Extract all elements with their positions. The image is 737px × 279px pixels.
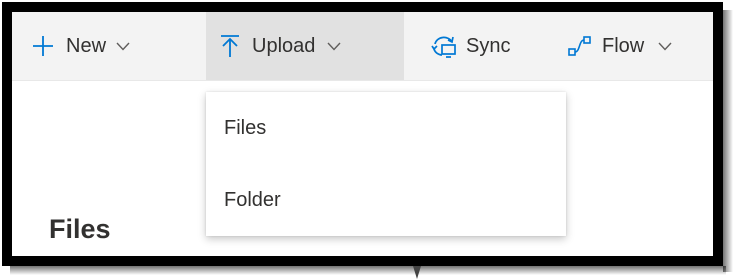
flow-button-label: Flow: [602, 34, 645, 57]
flow-icon: [568, 35, 592, 57]
chevron-down-icon: [658, 42, 672, 51]
flow-button[interactable]: Flow: [568, 12, 672, 80]
page-title: Files: [49, 214, 111, 244]
frame-shadow-right: [723, 10, 733, 272]
menu-item-folder[interactable]: Folder: [206, 164, 566, 236]
sync-button-label: Sync: [466, 34, 511, 57]
upload-dropdown-menu: Files Folder: [206, 92, 566, 236]
new-button-label: New: [66, 34, 107, 57]
plus-icon: [32, 35, 54, 57]
frame-shadow-bottom: [10, 266, 726, 275]
app-window: New Upload Sync Flow Files Files Folder: [2, 2, 723, 266]
new-button[interactable]: New: [32, 12, 130, 80]
pointer-tail-mark: [413, 266, 421, 279]
menu-item-label: Files: [224, 116, 267, 139]
upload-button-label: Upload: [252, 34, 316, 57]
upload-arrow-icon: [220, 34, 240, 58]
chevron-down-icon: [116, 42, 130, 51]
upload-button[interactable]: Upload: [206, 12, 404, 80]
chevron-down-icon: [327, 42, 341, 51]
sync-button[interactable]: Sync: [430, 12, 510, 80]
menu-item-label: Folder: [224, 188, 281, 211]
sync-icon: [430, 33, 458, 59]
menu-item-files[interactable]: Files: [206, 92, 566, 164]
screenshot-frame: New Upload Sync Flow Files Files Folder: [0, 0, 737, 279]
command-bar: New Upload Sync Flow: [12, 12, 713, 81]
